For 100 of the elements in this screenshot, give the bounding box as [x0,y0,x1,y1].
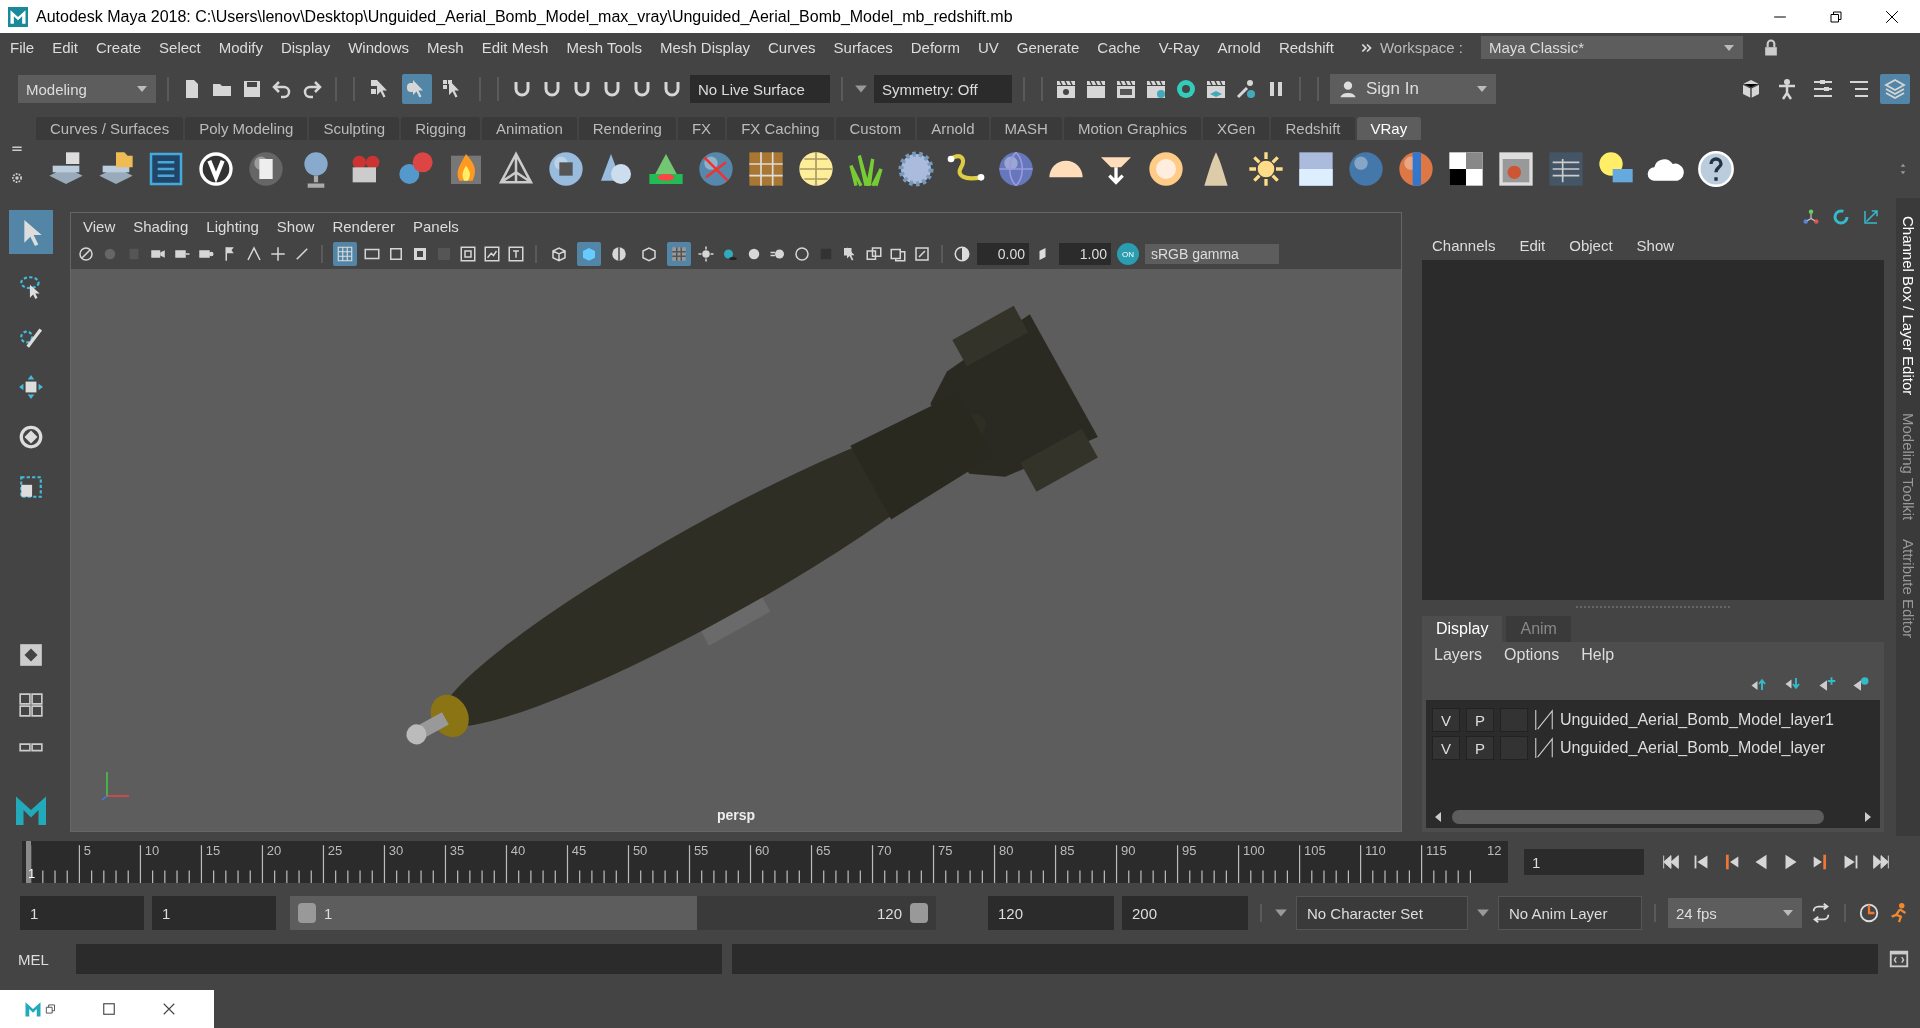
window-title: Autodesk Maya 2018: C:\Users\lenov\Desktop\Unguided_Aerial_Bomb_Model_max_vray\Unguided_Aerial_Bomb_Model_mb_redshift.mb [36,7,1013,26]
menu-item[interactable]: Mesh [427,39,464,56]
frame-number: 95 [1181,843,1197,858]
menu-item[interactable]: File [10,39,35,56]
menu-item[interactable]: Deform [910,39,960,56]
shelf-tab[interactable]: Motion Graphics [1063,117,1202,140]
command-language-label[interactable]: MEL [18,950,66,968]
frame-number: 55 [693,843,709,858]
anim-layer-field[interactable]: No Anim Layer [1498,896,1642,930]
menu-item[interactable]: Generate [1016,39,1080,56]
menu-item[interactable]: Modify [218,39,263,56]
menu-item[interactable]: Arnold [1217,39,1261,56]
channel-box-menu-item[interactable]: Show [1636,236,1675,254]
character-set-field[interactable]: No Character Set [1296,896,1468,930]
frame-number: 115 [1426,843,1447,858]
channel-box-menu-item[interactable]: Channels [1432,236,1496,254]
side-tab[interactable]: Channel Box / Layer Editor [1899,210,1917,402]
menu-item[interactable]: Cache [1097,39,1141,56]
menu-item[interactable]: Create [96,39,142,56]
shelf-tab[interactable]: Rigging [401,117,481,140]
frame-number: 100 [1242,843,1265,858]
layer-name[interactable]: Unguided_Aerial_Bomb_Model_layer [1560,739,1826,757]
sign-in-dropdown[interactable]: Sign In [1330,74,1496,104]
start-time-field[interactable]: 1 [20,896,144,930]
shelf-tab[interactable]: FX Caching [727,117,834,140]
menu-item[interactable]: Curves [768,39,816,56]
layer-name[interactable]: Unguided_Aerial_Bomb_Model_layer1 [1560,711,1834,729]
menu-item[interactable]: Surfaces [833,39,893,56]
playback-start-field[interactable]: 1 [152,896,276,930]
current-frame-field[interactable]: 1 [1524,849,1644,875]
frame-number: 30 [388,843,404,858]
shelf-tab[interactable]: Sculpting [309,117,400,140]
layer-editor-tab[interactable]: Display [1422,616,1503,642]
channel-box-menu-item[interactable]: Edit [1519,236,1546,254]
layer-editor-menu-item[interactable]: Options [1504,646,1560,664]
frame-number: 85 [1059,843,1075,858]
live-surface-field[interactable]: No Live Surface [690,75,830,103]
current-frame-number: 1 [28,866,36,881]
shelf-tab[interactable]: Animation [482,117,577,140]
panel-menu-item[interactable]: Shading [133,217,189,235]
menu-item[interactable]: Windows [348,39,409,56]
frame-number: 70 [876,843,892,858]
menu-item[interactable]: Display [280,39,331,56]
side-tab[interactable]: Modeling Toolkit [1899,407,1917,527]
shelf-tab[interactable]: VRay [1356,117,1422,140]
menu-item[interactable]: Edit [52,39,79,56]
shelf-tab[interactable]: Redshift [1271,117,1355,140]
shelf-tab[interactable]: Curves / Surfaces [36,117,184,140]
frame-number: 60 [754,843,770,858]
panel-menu-item[interactable]: View [83,217,116,235]
frame-number: 105 [1303,843,1326,858]
frame-number: 65 [815,843,831,858]
exposure-field[interactable]: 0.00 [977,243,1029,265]
frame-number: 45 [571,843,587,858]
layer-editor-menu-item[interactable]: Help [1581,646,1615,664]
visibility-toggle[interactable]: V [1432,708,1460,732]
menu-item[interactable]: Mesh Display [660,39,750,56]
menu-item[interactable]: Edit Mesh [481,39,549,56]
menu-item[interactable]: UV [977,39,999,56]
playback-end-field[interactable]: 120 [988,896,1114,930]
layer-editor-menu-item[interactable]: Layers [1434,646,1483,664]
shelf-tab[interactable]: MASH [990,117,1062,140]
color-space-label[interactable]: sRGB gamma [1145,244,1279,264]
playback-toggle[interactable]: P [1466,708,1494,732]
side-tab[interactable]: Attribute Editor [1899,532,1917,644]
camera-name-label: persp [716,807,756,823]
workspace-dropdown[interactable]: Maya Classic* [1481,36,1743,59]
shelf-tab[interactable]: Custom [835,117,916,140]
channel-box-menu-item[interactable]: Object [1569,236,1613,254]
frame-number: 25 [327,843,343,858]
shelf-tab[interactable]: FX [677,117,726,140]
range-slider-track[interactable]: 1 120 [290,896,936,930]
frame-number: 5 [83,843,92,858]
shelf-tab[interactable]: Poly Modeling [185,117,308,140]
menu-item[interactable]: V-Ray [1158,39,1200,56]
gamma-field[interactable]: 1.00 [1059,243,1111,265]
panel-menu-item[interactable]: Lighting [206,217,259,235]
range-start-value: 1 [324,904,333,922]
symmetry-field[interactable]: Symmetry: Off [874,75,1012,103]
frame-number: 35 [449,843,465,858]
menu-item[interactable]: Mesh Tools [566,39,642,56]
end-time-field[interactable]: 200 [1122,896,1248,930]
fps-dropdown[interactable]: 24 fps [1668,898,1802,928]
frame-number: 20 [266,843,282,858]
playback-toggle[interactable]: P [1466,736,1494,760]
frame-number: 90 [1120,843,1136,858]
panel-menu-item[interactable]: Renderer [332,217,395,235]
shelf-tab[interactable]: XGen [1203,117,1270,140]
panel-menu-item[interactable]: Panels [412,217,459,235]
shelf-tab[interactable]: Arnold [917,117,989,140]
frame-number: 15 [205,843,221,858]
menu-set-dropdown[interactable]: Modeling [18,75,156,103]
frame-number: 110 [1364,843,1386,858]
frame-number: 10 [144,843,160,858]
frame-number: 12 [1487,843,1502,858]
visibility-toggle[interactable]: V [1432,736,1460,760]
menu-item[interactable]: Select [159,39,201,56]
panel-menu-item[interactable]: Show [276,217,315,235]
menu-item[interactable]: Redshift [1278,39,1334,56]
shelf-tab[interactable]: Rendering [578,117,676,140]
